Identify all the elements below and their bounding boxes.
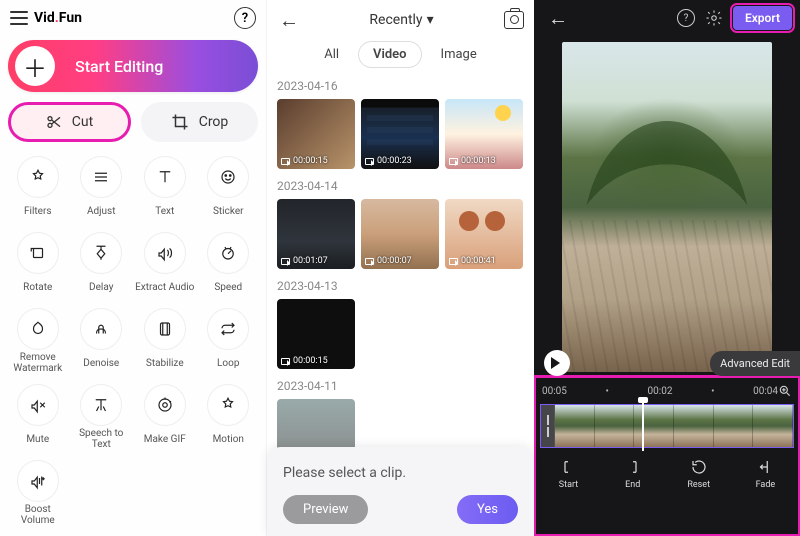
denoise-icon — [80, 308, 122, 350]
speed-icon — [207, 232, 249, 274]
tab-video[interactable]: Video — [359, 42, 421, 67]
settings-icon[interactable] — [705, 9, 723, 27]
filters-icon — [17, 156, 59, 198]
tools-grid: FiltersAdjustTextSticker RotateDelayExtra… — [8, 152, 258, 526]
boost-volume-icon — [17, 460, 59, 502]
plus-icon: ＋ — [15, 46, 55, 86]
mute-icon — [17, 384, 59, 426]
editor-help-icon[interactable]: ? — [677, 9, 695, 27]
video-thumb[interactable]: 00:00:15 — [277, 299, 355, 369]
menu-icon[interactable] — [10, 11, 28, 25]
crop-icon — [171, 113, 189, 131]
make-gif-icon — [144, 384, 186, 426]
tool-stabilize[interactable]: Stabilize — [135, 304, 195, 374]
export-button[interactable]: Export — [733, 6, 792, 30]
tool-mute[interactable]: Mute — [8, 380, 68, 450]
yes-button[interactable]: Yes — [457, 495, 518, 524]
sort-dropdown[interactable]: Recently▾ — [305, 12, 498, 28]
tool-sticker[interactable]: Sticker — [199, 152, 259, 222]
advanced-edit-button[interactable]: Advanced Edit — [710, 351, 800, 376]
tool-remove-watermark[interactable]: Remove Watermark — [8, 304, 68, 374]
tool-filters[interactable]: Filters — [8, 152, 68, 222]
fade-button[interactable]: Fade — [756, 458, 776, 490]
video-thumb[interactable]: 00:01:07 — [277, 199, 355, 269]
trim-end-button[interactable]: End — [624, 458, 642, 490]
video-thumb[interactable]: 00:00:13 — [445, 99, 523, 169]
tool-loop[interactable]: Loop — [199, 304, 259, 374]
date-label: 2023-04-16 — [277, 79, 524, 93]
tool-delay[interactable]: Delay — [72, 228, 132, 298]
tool-speech-to-text[interactable]: Speech to Text — [72, 380, 132, 450]
trim-start-button[interactable]: Start — [559, 458, 578, 490]
video-icon — [365, 158, 374, 165]
start-editing-button[interactable]: ＋ Start Editing — [8, 40, 258, 92]
text-icon — [144, 156, 186, 198]
home-panel: Vid.Fun ? ＋ Start Editing Cut Crop Filte… — [0, 0, 266, 536]
rotate-icon — [17, 232, 59, 274]
tool-speed[interactable]: Speed — [199, 228, 259, 298]
delay-icon — [80, 232, 122, 274]
adjust-icon — [80, 156, 122, 198]
select-clip-sheet: Please select a clip. Preview Yes — [267, 447, 534, 536]
time-cursor: 00:02 — [648, 386, 673, 397]
video-thumb[interactable]: 00:00:23 — [361, 99, 439, 169]
loop-icon — [207, 308, 249, 350]
timeline[interactable] — [540, 404, 794, 448]
video-icon — [449, 158, 458, 165]
video-thumb[interactable]: 00:00:15 — [277, 99, 355, 169]
tab-image[interactable]: Image — [427, 42, 491, 67]
tool-rotate[interactable]: Rotate — [8, 228, 68, 298]
back-button[interactable]: ← — [273, 8, 305, 33]
tool-extract-audio[interactable]: Extract Audio — [135, 228, 195, 298]
video-icon — [365, 258, 374, 265]
crop-button[interactable]: Crop — [141, 102, 258, 142]
time-left: 00:05 — [542, 386, 567, 397]
preview-button[interactable]: Preview — [283, 495, 368, 524]
preview-area: Advanced Edit — [534, 36, 800, 376]
timeline-section: 00:05 • 00:02 • 00:04 Start End Reset Fa… — [534, 376, 800, 536]
tool-make-gif[interactable]: Make GIF — [135, 380, 195, 450]
remove-watermark-icon — [17, 308, 59, 350]
date-label: 2023-04-11 — [277, 379, 524, 393]
tab-all[interactable]: All — [310, 42, 353, 67]
stabilize-icon — [144, 308, 186, 350]
gallery-panel: ← Recently▾ All Video Image 2023-04-16 00… — [266, 0, 534, 536]
chevron-down-icon: ▾ — [427, 12, 434, 28]
zoom-icon[interactable] — [778, 384, 792, 398]
editor-back-button[interactable]: ← — [542, 6, 574, 31]
video-icon — [449, 258, 458, 265]
preview-image — [562, 42, 772, 372]
date-label: 2023-04-13 — [277, 279, 524, 293]
sticker-icon — [207, 156, 249, 198]
extract-audio-icon — [144, 232, 186, 274]
video-thumb[interactable]: 00:00:07 — [361, 199, 439, 269]
reset-button[interactable]: Reset — [687, 458, 710, 490]
pause-handle[interactable] — [541, 405, 555, 447]
editor-panel: ← ? Export Advanced Edit 00:05 • 00:02 •… — [534, 0, 800, 536]
cut-button[interactable]: Cut — [8, 102, 131, 142]
tool-text[interactable]: Text — [135, 152, 195, 222]
help-icon[interactable]: ? — [234, 7, 256, 29]
motion-icon — [207, 384, 249, 426]
video-icon — [281, 258, 290, 265]
time-total: 00:04 — [753, 386, 778, 397]
tool-adjust[interactable]: Adjust — [72, 152, 132, 222]
tool-denoise[interactable]: Denoise — [72, 304, 132, 374]
play-button[interactable] — [544, 350, 570, 376]
camera-button[interactable] — [504, 11, 524, 29]
video-thumb[interactable]: 00:00:41 — [445, 199, 523, 269]
sheet-message: Please select a clip. — [283, 465, 518, 481]
date-label: 2023-04-14 — [277, 179, 524, 193]
speech-to-text-icon — [80, 384, 122, 426]
tool-boost-volume[interactable]: Boost Volume — [8, 456, 68, 526]
playhead[interactable] — [642, 401, 644, 451]
scissors-icon — [46, 114, 62, 130]
app-brand: Vid.Fun — [34, 10, 82, 26]
tool-motion[interactable]: Motion — [199, 380, 259, 450]
video-icon — [281, 158, 290, 165]
video-icon — [281, 358, 290, 365]
